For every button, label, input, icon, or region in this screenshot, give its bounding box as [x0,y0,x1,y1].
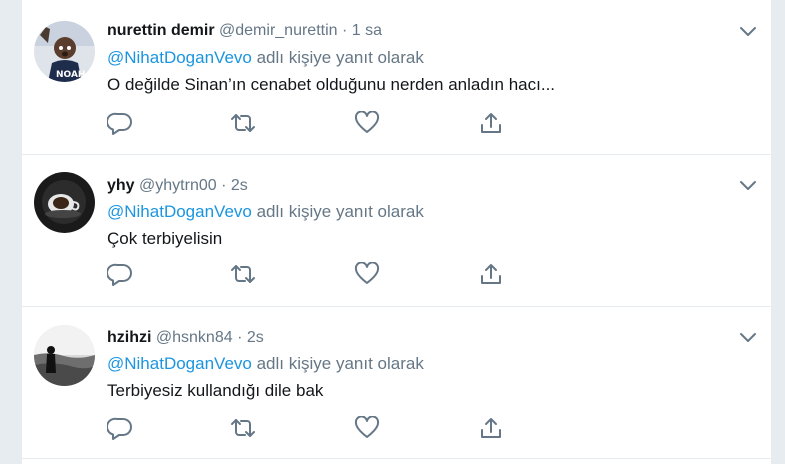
reply-context-label: adlı kişiye yanıt olarak [251,202,424,221]
heart-icon[interactable] [354,416,380,440]
share-icon[interactable] [478,111,504,135]
retweet-icon[interactable] [230,416,256,440]
reply-context: @NihatDoganVevo adlı kişiye yanıt olarak [107,47,424,69]
timeline: NOAH nurettin demir @demir_nurettin · 1 … [21,0,772,464]
share-icon[interactable] [478,416,504,440]
share-icon[interactable] [478,262,504,286]
timestamp[interactable]: 1 sa [352,22,382,39]
timestamp[interactable]: 2s [247,329,264,346]
tweet-actions [107,111,507,135]
user-name[interactable]: hzihzi [107,329,151,346]
separator: · [341,22,348,39]
reply-mention-link[interactable]: @NihatDoganVevo [107,48,252,67]
tweet-header: yhy @yhytrn00 · 2s [107,176,248,196]
reply-icon[interactable] [107,111,133,135]
avatar[interactable] [34,172,95,233]
user-name[interactable]: nurettin demir [107,22,215,39]
reply-mention-link[interactable]: @NihatDoganVevo [107,354,252,373]
tweet-header: nurettin demir @demir_nurettin · 1 sa [107,21,382,41]
svg-text:NOAH: NOAH [56,70,85,80]
reply-context: @NihatDoganVevo adlı kişiye yanıt olarak [107,201,424,223]
user-handle[interactable]: @demir_nurettin [219,22,338,39]
reply-context-label: adlı kişiye yanıt olarak [251,354,424,373]
retweet-icon[interactable] [230,111,256,135]
avatar[interactable]: NOAH [34,21,95,82]
tweet-actions [107,262,507,286]
tweet-text: O değilde Sinan’ın cenabet olduğunu nerd… [107,75,556,94]
chevron-down-icon[interactable] [739,328,757,346]
timestamp[interactable]: 2s [231,177,248,194]
avatar[interactable] [34,325,95,386]
reply-context: @NihatDoganVevo adlı kişiye yanıt olarak [107,353,424,375]
tweet[interactable]: yhy @yhytrn00 · 2s @NihatDoganVevo adlı … [22,155,771,307]
reply-context-label: adlı kişiye yanıt olarak [251,48,424,67]
reply-icon[interactable] [107,262,133,286]
chevron-down-icon[interactable] [739,22,757,40]
reply-icon[interactable] [107,416,133,440]
user-handle[interactable]: @hsnkn84 [156,329,233,346]
separator: · [221,177,227,194]
tweet-text: Terbiyesiz kullandığı dile bak [107,381,324,400]
separator: · [237,329,243,346]
user-handle[interactable]: @yhytrn00 [139,177,217,194]
tweet-text: Çok terbiyelisin [107,229,223,248]
user-name[interactable]: yhy [107,177,135,194]
tweet[interactable]: hzihzi @hsnkn84 · 2s @NihatDoganVevo adl… [22,307,771,459]
heart-icon[interactable] [354,111,380,135]
reply-mention-link[interactable]: @NihatDoganVevo [107,202,252,221]
tweet[interactable]: NOAH nurettin demir @demir_nurettin · 1 … [22,0,771,155]
heart-icon[interactable] [354,262,380,286]
tweet-header: hzihzi @hsnkn84 · 2s [107,328,264,348]
chevron-down-icon[interactable] [739,176,757,194]
tweet-actions [107,416,507,440]
retweet-icon[interactable] [230,262,256,286]
